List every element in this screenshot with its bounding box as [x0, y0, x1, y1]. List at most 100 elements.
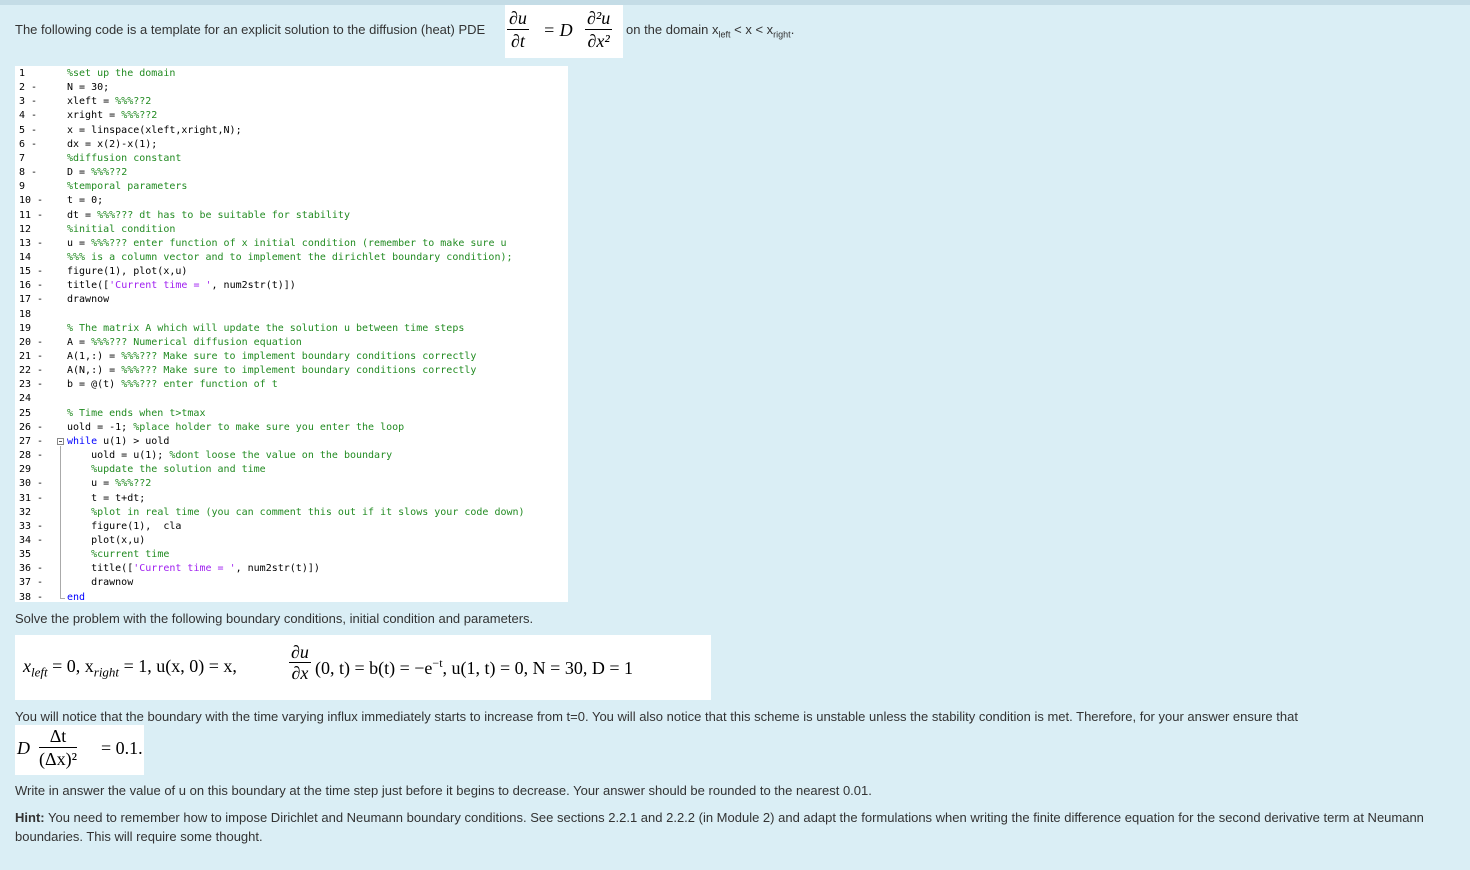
code-line: 32 %plot in real time (you can comment t… — [15, 506, 568, 520]
code-text: A(N,:) = %%%??? Make sure to implement b… — [67, 365, 477, 377]
bc-fraction: ∂u ∂x — [289, 642, 311, 683]
line-number: 18 — [19, 308, 32, 320]
code-line: 28 - uold = u(1); %dont loose the value … — [15, 449, 568, 463]
code-text: %%% is a column vector and to implement … — [67, 251, 513, 263]
code-line: 1 %set up the domain — [15, 67, 568, 81]
code-text: figure(1), plot(x,u) — [67, 266, 188, 278]
line-number: 24 — [19, 393, 32, 405]
pde-lhs-fraction: ∂u ∂t — [507, 7, 529, 52]
line-number: 33 - — [19, 520, 44, 532]
code-line: 29 %update the solution and time — [15, 463, 568, 477]
line-number: 4 - — [19, 110, 38, 122]
code-line: 5 - x = linspace(xleft,xright,N); — [15, 124, 568, 138]
code-line: 21 - A(1,:) = %%%??? Make sure to impleme… — [15, 350, 568, 364]
code-text: u = %%%??2 — [67, 478, 152, 490]
bc-right-sub: right — [93, 664, 120, 680]
code-line: 15 - figure(1), plot(x,u) — [15, 265, 568, 279]
line-number: 20 - — [19, 336, 44, 348]
pde-rhs-denominator: ∂x² — [587, 31, 610, 51]
code-text: uold = u(1); %dont loose the value on th… — [67, 450, 393, 462]
code-text: drawnow — [67, 294, 110, 306]
hint-text: Hint: You need to remember how to impose… — [15, 808, 1465, 846]
code-line: 16 - title(['Current time = ', num2str(t)… — [15, 279, 568, 293]
line-number: 27 - — [19, 435, 44, 447]
code-text: A = %%%??? Numerical diffusion equation — [67, 336, 302, 348]
code-text: end — [67, 591, 86, 603]
line-number: 12 — [19, 223, 32, 235]
code-line: 22 - A(N,:) = %%%??? Make sure to impleme… — [15, 364, 568, 378]
code-line: 6 - dx = x(2)-x(1); — [15, 138, 568, 152]
code-text: xleft = %%%??2 — [67, 96, 152, 108]
code-line: 10 - t = 0; — [15, 194, 568, 208]
code-text: %temporal parameters — [67, 181, 188, 193]
code-text: %current time — [91, 549, 170, 561]
code-line: 38 - end — [15, 591, 568, 605]
code-text: u = %%%??? enter function of x initial c… — [67, 237, 507, 249]
top-divider — [0, 0, 1470, 5]
line-number: 1 — [19, 68, 26, 79]
code-line: 2 - N = 30; — [15, 81, 568, 95]
line-number: 3 - — [19, 96, 38, 108]
domain-mid: < x < x — [730, 22, 774, 37]
stability-fraction: Δt (Δx)² — [39, 725, 77, 770]
hint-label: Hint: — [15, 810, 45, 825]
line-number: 28 - — [19, 450, 44, 462]
fold-toggle-icon[interactable] — [57, 437, 64, 445]
domain-prefix: on the domain x — [626, 22, 719, 37]
line-number: 36 - — [19, 563, 44, 575]
bc-frac-numerator: ∂u — [289, 642, 311, 663]
bc-part3: = 1, u(x, 0) = x, — [119, 656, 237, 676]
bc-left-sub: left — [31, 664, 48, 680]
line-number: 26 - — [19, 421, 44, 433]
domain-left-sub: left — [718, 29, 731, 40]
line-number: 14 — [19, 251, 32, 263]
code-line: 3 - xleft = %%%??2 — [15, 95, 568, 109]
line-number: 38 - — [19, 591, 44, 603]
code-line: 17 - drawnow — [15, 293, 568, 307]
code-line: 11 - dt = %%%??? dt has to be suitable fo… — [15, 209, 568, 223]
stability-denominator: (Δx)² — [39, 749, 77, 769]
stability-d: D — [17, 738, 30, 758]
code-text: %plot in real time (you can comment this… — [91, 506, 525, 518]
code-line: 7 %diffusion constant — [15, 152, 568, 166]
line-number: 2 - — [19, 82, 38, 94]
code-line: 23 - b = @(t) %%%??? enter function of t — [15, 378, 568, 392]
code-line: 34 - plot(x,u) — [15, 534, 568, 548]
code-line: 27 - while u(1) > uold — [15, 435, 568, 449]
domain-end: . — [790, 22, 795, 37]
boundary-conditions-equation: xleft = 0, xright = 1, u(x, 0) = x, ∂u ∂… — [15, 635, 711, 700]
bc-part5: , u(1, t) = 0, N = 30, D = 1 — [442, 658, 633, 678]
code-line: 4 - xright = %%%??2 — [15, 109, 568, 123]
code-text: figure(1), cla — [67, 520, 182, 532]
code-line: 31 - t = t+dt; — [15, 492, 568, 506]
line-number: 17 - — [19, 294, 44, 306]
line-number: 21 - — [19, 351, 44, 362]
code-line: 25 % Time ends when t>tmax — [15, 407, 568, 421]
write-text: Write in answer the value of u on this b… — [15, 783, 872, 798]
stability-numerator: Δt — [39, 725, 77, 748]
code-editor: 1 %set up the domain 2 - N = 30; 3 - xleft = … — [15, 66, 568, 605]
line-number: 15 - — [19, 266, 44, 278]
line-number: 25 — [19, 407, 32, 419]
pde-equals: = D — [543, 20, 573, 40]
line-number: 34 - — [19, 534, 44, 546]
line-number: 35 — [19, 549, 32, 561]
bc-x: x — [23, 656, 31, 676]
code-text: A(1,:) = %%%??? Make sure to implement b… — [67, 351, 477, 362]
fold-guide-end — [60, 597, 65, 599]
pde-equation: ∂u ∂t = D ∂²u ∂x² — [505, 5, 623, 58]
code-line: 18 — [15, 308, 568, 322]
line-number: 6 - — [19, 138, 38, 150]
pde-lhs-numerator: ∂u — [507, 8, 529, 30]
code-text: title(['Current time = ', num2str(t)]) — [67, 280, 296, 292]
line-number: 10 - — [19, 195, 44, 207]
code-text: x = linspace(xleft,xright,N); — [67, 124, 242, 136]
code-line: 37 - drawnow — [15, 576, 568, 590]
code-line: 20 - A = %%%??? Numerical diffusion equat… — [15, 336, 568, 350]
code-text: N = 30; — [67, 82, 110, 94]
line-number: 8 - — [19, 167, 38, 179]
intro-text: The following code is a template for an … — [15, 22, 486, 37]
code-line: 19 % The matrix A which will update the s… — [15, 322, 568, 336]
stability-rhs: = 0.1. — [101, 738, 143, 758]
code-text: dx = x(2)-x(1); — [67, 138, 158, 150]
